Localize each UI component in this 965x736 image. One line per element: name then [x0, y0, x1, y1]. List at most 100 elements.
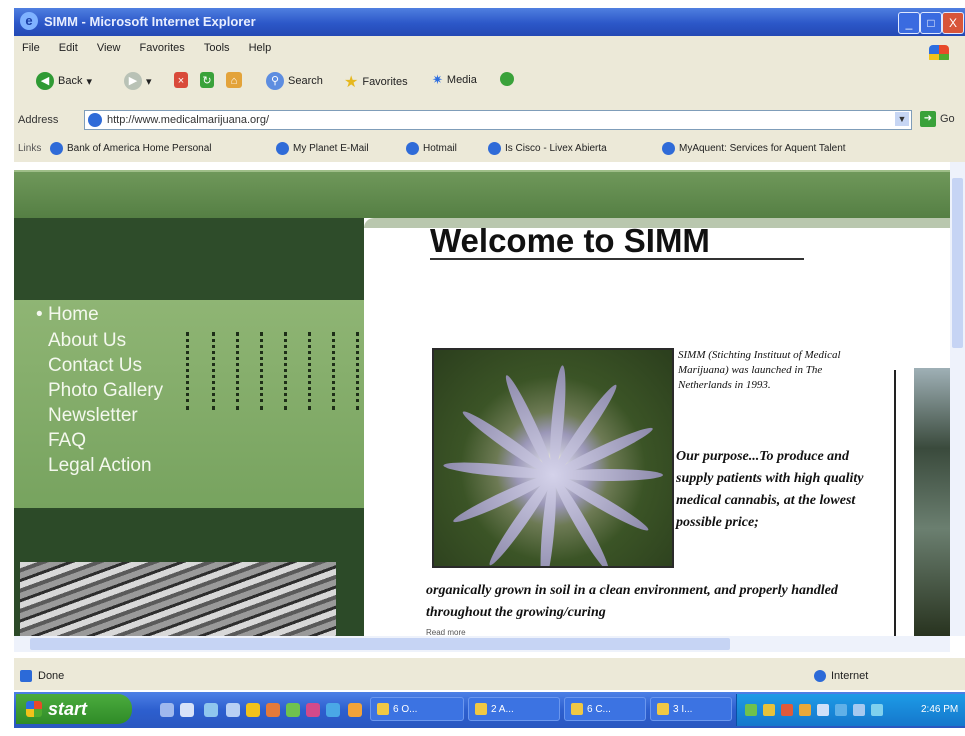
media-label: Media [446, 74, 477, 86]
link-bank-of-america[interactable]: Bank of America Home Personal [50, 142, 212, 155]
quick-launch-icon[interactable] [160, 703, 174, 717]
favorites-button[interactable]: ★ Favorites [344, 72, 408, 92]
home-icon: ⌂ [226, 72, 242, 88]
decorative-divider [308, 332, 311, 410]
page-icon [488, 142, 501, 155]
menu-help[interactable]: Help [249, 42, 272, 54]
zone-label: Internet [831, 670, 869, 682]
decorative-divider [212, 332, 215, 410]
chevron-down-icon: ▾ [86, 75, 92, 88]
tray-icon[interactable] [799, 704, 811, 716]
back-button[interactable]: ◀ Back ▾ [36, 72, 92, 90]
menu-view[interactable]: View [97, 42, 121, 54]
quick-launch-icon[interactable] [180, 703, 194, 717]
quick-launch-icon[interactable] [266, 703, 280, 717]
menu-file[interactable]: File [22, 42, 40, 54]
tray-icon[interactable] [781, 704, 793, 716]
column-divider [894, 370, 896, 636]
quick-launch-icon[interactable] [306, 703, 320, 717]
nav-newsletter[interactable]: Newsletter [48, 405, 138, 427]
internet-explorer-icon: e [20, 12, 38, 30]
taskbar-button[interactable]: 6 O... [370, 697, 464, 721]
nav-home[interactable]: Home [48, 304, 99, 326]
media-button[interactable]: ✷ Media [432, 72, 477, 88]
purpose-text-continued: organically grown in soil in a clean env… [426, 583, 838, 620]
decorative-divider [236, 332, 239, 410]
nav-faq[interactable]: FAQ [48, 430, 86, 452]
nav-contact-us[interactable]: Contact Us [48, 355, 142, 377]
tray-icon[interactable] [817, 704, 829, 716]
chevron-down-icon[interactable]: ▼ [895, 112, 909, 126]
close-button[interactable]: X [942, 12, 964, 34]
links-label: Links [18, 143, 42, 154]
stop-button[interactable]: × [174, 72, 188, 88]
tray-icon[interactable] [763, 704, 775, 716]
address-input[interactable]: http://www.medicalmarijuana.org/ ▼ [84, 110, 912, 130]
search-label: Search [288, 75, 323, 87]
horizontal-scrollbar[interactable] [14, 636, 950, 652]
link-label: Is Cisco - Livex Abierta [505, 143, 607, 154]
link-hotmail[interactable]: Hotmail [406, 142, 457, 155]
nav-photo-gallery[interactable]: Photo Gallery [48, 380, 163, 402]
vertical-scrollbar[interactable] [950, 162, 965, 636]
header-band [14, 172, 950, 218]
site-navigation: • Home About Us Contact Us Photo Gallery… [14, 300, 364, 508]
quick-launch-icon[interactable] [348, 703, 362, 717]
task-label: 6 C... [587, 703, 611, 715]
link-myaquent[interactable]: MyAquent: Services for Aquent Talent [662, 142, 846, 155]
tray-icon[interactable] [871, 704, 883, 716]
link-cisco[interactable]: Is Cisco - Livex Abierta [488, 142, 607, 155]
menu-tools[interactable]: Tools [204, 42, 230, 54]
quick-launch-icon[interactable] [326, 703, 340, 717]
read-more-link[interactable]: Read more [426, 628, 466, 636]
title-bar[interactable]: e SIMM - Microsoft Internet Explorer _ □… [14, 8, 965, 36]
left-header-panel [14, 218, 364, 300]
intro-text: SIMM (Stichting Instituut of Medical Mar… [678, 349, 841, 391]
taskbar-button[interactable]: 2 A... [468, 697, 560, 721]
address-url: http://www.medicalmarijuana.org/ [107, 114, 270, 126]
nav-legal-action[interactable]: Legal Action [48, 455, 152, 477]
home-button[interactable]: ⌂ [226, 72, 242, 88]
quick-launch-icon[interactable] [286, 703, 300, 717]
refresh-button[interactable]: ↻ [200, 72, 214, 88]
tray-icon[interactable] [835, 704, 847, 716]
minimize-button[interactable]: _ [898, 12, 920, 34]
go-button[interactable]: Go [940, 113, 955, 125]
menu-edit[interactable]: Edit [59, 42, 78, 54]
search-icon: ⚲ [266, 72, 284, 90]
page-icon [406, 142, 419, 155]
stop-icon: × [174, 72, 188, 88]
back-arrow-icon: ◀ [36, 72, 54, 90]
star-icon: ★ [344, 74, 359, 91]
history-button[interactable] [500, 72, 514, 86]
maximize-button[interactable]: □ [920, 12, 942, 34]
link-label: MyAquent: Services for Aquent Talent [679, 143, 846, 154]
page-icon [276, 142, 289, 155]
menu-favorites[interactable]: Favorites [140, 42, 185, 54]
back-label: Back [58, 75, 83, 87]
link-my-planet[interactable]: My Planet E-Mail [276, 142, 369, 155]
tray-icon[interactable] [853, 704, 865, 716]
page-title: Welcome to SIMM [430, 222, 710, 259]
forward-button[interactable]: ▶ ▾ [124, 72, 152, 90]
taskbar: start 6 O... 2 A... 6 C... 3 I... 2:46 P… [14, 692, 965, 728]
go-arrow-icon[interactable]: ➜ [920, 111, 936, 127]
globe-icon [814, 670, 826, 682]
tray-icon[interactable] [745, 704, 757, 716]
quick-launch-icon[interactable] [204, 703, 218, 717]
quick-launch-icon[interactable] [246, 703, 260, 717]
taskbar-button[interactable]: 6 C... [564, 697, 646, 721]
search-button[interactable]: ⚲ Search [266, 72, 323, 90]
program-icon [377, 703, 389, 715]
scrollbar-thumb[interactable] [30, 638, 730, 650]
history-icon [500, 72, 514, 86]
start-label: start [48, 698, 88, 719]
nav-about-us[interactable]: About Us [48, 330, 126, 352]
decorative-divider [332, 332, 335, 410]
taskbar-button[interactable]: 3 I... [650, 697, 732, 721]
quick-launch-icon[interactable] [226, 703, 240, 717]
start-button[interactable]: start [16, 694, 132, 724]
link-label: My Planet E-Mail [293, 143, 369, 154]
program-icon [657, 703, 669, 715]
scrollbar-thumb[interactable] [952, 178, 963, 348]
